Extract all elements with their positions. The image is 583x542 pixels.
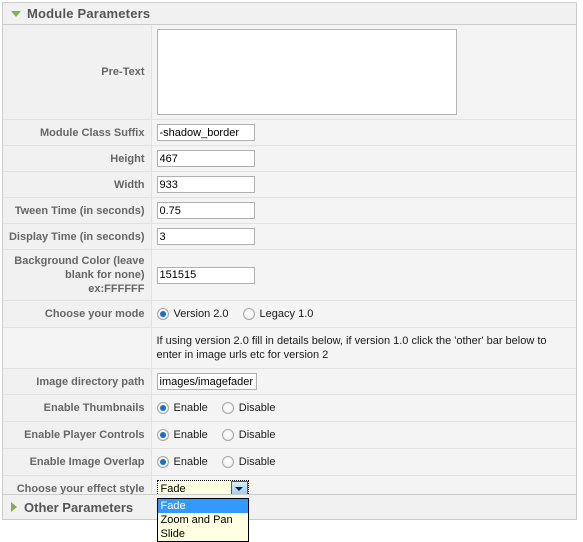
background-color-input[interactable]	[156, 266, 255, 284]
label-display-time: Display Time (in seconds)	[3, 223, 152, 250]
radio-label-player-controls-enable: Enable	[173, 429, 208, 441]
radio-icon-thumbnails-disable[interactable]	[221, 402, 234, 414]
module-parameters-header[interactable]: Module Parameters	[3, 3, 576, 25]
effect-style-option-zoom-and-pan[interactable]: Zoom and Pan	[158, 513, 248, 527]
label-enable-image-overlap: Enable Image Overlap	[3, 448, 152, 476]
module-parameters-form: Pre-Text Module Class Suffix Height	[3, 25, 576, 542]
label-height: Height	[3, 145, 152, 172]
radio-label-version-2: Version 2.0	[173, 308, 229, 320]
field-height	[151, 145, 576, 172]
label-pretext: Pre-Text	[3, 25, 152, 120]
field-background-color	[151, 249, 576, 301]
form-row-display-time: Display Time (in seconds)	[3, 223, 576, 250]
label-tween-time: Tween Time (in seconds)	[3, 197, 152, 224]
width-input[interactable]	[156, 176, 255, 193]
form-row-help-text: If using version 2.0 fill in details bel…	[3, 327, 576, 369]
module-class-suffix-input[interactable]	[156, 124, 255, 141]
label-help-text-blank	[3, 327, 152, 369]
version-help-text: If using version 2.0 fill in details bel…	[156, 335, 547, 361]
enable-player-controls-radio-group: Enable Disable	[156, 426, 573, 444]
field-choose-mode: Version 2.0 Legacy 1.0	[151, 300, 576, 328]
field-pretext	[151, 25, 576, 120]
radio-label-thumbnails-enable: Enable	[173, 402, 208, 414]
other-parameters-panel[interactable]: Other Parameters	[2, 494, 577, 520]
display-time-input[interactable]	[156, 228, 255, 245]
height-input[interactable]	[156, 150, 255, 167]
form-row-module-class-suffix: Module Class Suffix	[3, 119, 576, 146]
field-tween-time	[151, 197, 576, 224]
enable-thumbnails-radio-group: Enable Disable	[156, 399, 573, 417]
radio-item-player-controls-disable[interactable]: Disable	[221, 429, 276, 441]
panel-title: Module Parameters	[27, 5, 151, 21]
field-enable-image-overlap: Enable Disable	[151, 448, 576, 476]
radio-item-image-overlap-enable[interactable]: Enable	[156, 456, 208, 468]
radio-item-image-overlap-disable[interactable]: Disable	[221, 456, 276, 468]
radio-icon-image-overlap-enable[interactable]	[156, 456, 169, 468]
effect-style-option-slide[interactable]: Slide	[158, 527, 248, 541]
field-display-time	[151, 223, 576, 250]
form-row-width: Width	[3, 171, 576, 198]
radio-icon-player-controls-disable[interactable]	[221, 429, 234, 441]
radio-icon-image-overlap-disable[interactable]	[221, 456, 234, 468]
form-row-choose-mode: Choose your mode Version 2.0 Legacy 1.0	[3, 300, 576, 328]
label-background-color: Background Color (leave blank for none) …	[3, 249, 152, 301]
effect-style-option-list: Fade Zoom and Pan Slide	[156, 498, 249, 542]
label-enable-player-controls: Enable Player Controls	[3, 421, 152, 449]
field-module-class-suffix	[151, 119, 576, 146]
radio-icon-legacy-1[interactable]	[242, 308, 255, 320]
image-directory-path-input[interactable]	[156, 373, 257, 390]
enable-image-overlap-radio-group: Enable Disable	[156, 453, 573, 471]
form-row-enable-image-overlap: Enable Image Overlap Enable Disable	[3, 448, 576, 476]
radio-item-version-2[interactable]: Version 2.0	[156, 308, 229, 320]
choose-mode-radio-group: Version 2.0 Legacy 1.0	[156, 305, 573, 323]
radio-item-player-controls-enable[interactable]: Enable	[156, 429, 208, 441]
form-row-background-color: Background Color (leave blank for none) …	[3, 249, 576, 301]
label-enable-thumbnails: Enable Thumbnails	[3, 394, 152, 422]
field-width	[151, 171, 576, 198]
label-width: Width	[3, 171, 152, 198]
radio-icon-version-2[interactable]	[156, 308, 169, 320]
form-row-pretext: Pre-Text	[3, 25, 576, 120]
label-image-directory-path: Image directory path	[3, 368, 152, 395]
form-row-height: Height	[3, 145, 576, 172]
field-help-text: If using version 2.0 fill in details bel…	[151, 327, 576, 369]
radio-item-thumbnails-enable[interactable]: Enable	[156, 402, 208, 414]
tween-time-input[interactable]	[156, 202, 255, 219]
other-parameters-title: Other Parameters	[24, 499, 134, 515]
radio-icon-player-controls-enable[interactable]	[156, 429, 169, 441]
label-choose-mode: Choose your mode	[3, 300, 152, 328]
field-image-directory-path	[151, 368, 576, 395]
field-enable-thumbnails: Enable Disable	[151, 394, 576, 422]
pretext-textarea[interactable]	[156, 29, 457, 115]
radio-label-player-controls-disable: Disable	[238, 429, 276, 441]
radio-label-thumbnails-disable: Disable	[238, 402, 276, 414]
form-row-enable-thumbnails: Enable Thumbnails Enable Disable	[3, 394, 576, 422]
label-module-class-suffix: Module Class Suffix	[3, 119, 152, 146]
form-row-tween-time: Tween Time (in seconds)	[3, 197, 576, 224]
field-enable-player-controls: Enable Disable	[151, 421, 576, 449]
radio-label-image-overlap-disable: Disable	[238, 456, 276, 468]
radio-label-image-overlap-enable: Enable	[173, 456, 208, 468]
triangle-down-icon[interactable]	[11, 10, 21, 17]
radio-item-legacy-1[interactable]: Legacy 1.0	[242, 308, 314, 320]
radio-label-legacy-1: Legacy 1.0	[259, 308, 314, 320]
module-parameters-panel: Module Parameters Pre-Text Module Class …	[2, 2, 577, 542]
radio-item-thumbnails-disable[interactable]: Disable	[221, 402, 276, 414]
triangle-right-icon[interactable]	[11, 502, 17, 512]
effect-style-option-fade[interactable]: Fade	[157, 499, 248, 513]
chevron-down-glyph	[235, 487, 243, 491]
form-row-image-directory-path: Image directory path	[3, 368, 576, 395]
form-row-enable-player-controls: Enable Player Controls Enable Disable	[3, 421, 576, 449]
radio-icon-thumbnails-enable[interactable]	[156, 402, 169, 414]
